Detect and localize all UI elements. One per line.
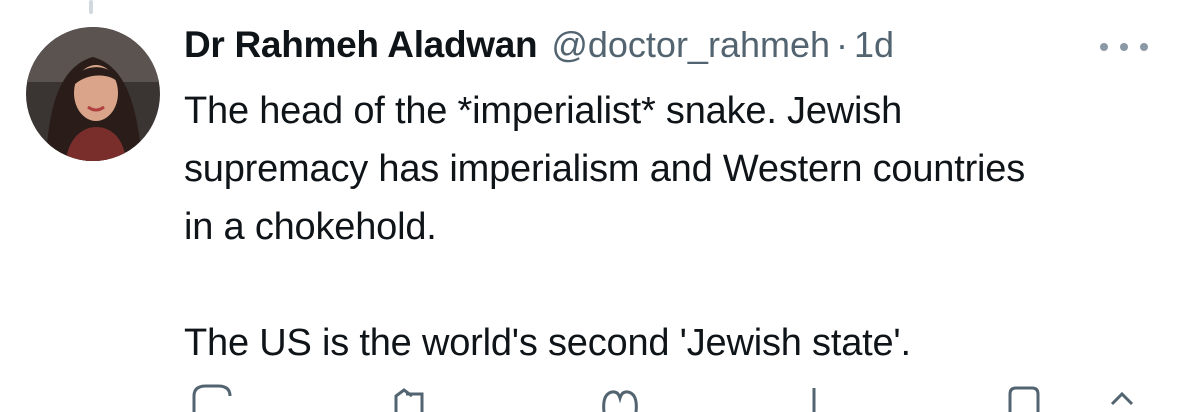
reply-icon[interactable] [190, 382, 234, 412]
share-icon[interactable] [1106, 382, 1140, 412]
avatar-photo [26, 27, 160, 161]
views-icon[interactable] [800, 382, 830, 412]
tweet-header: Dr Rahmeh Aladwan @doctor_rahmeh · 1d [184, 24, 894, 72]
thread-connector-line [89, 0, 93, 14]
tweet-timestamp[interactable]: 1d [854, 24, 894, 66]
retweet-icon[interactable] [392, 382, 436, 412]
tweet-paragraph-1: The head of the *imperialist* snake. Jew… [184, 90, 1026, 248]
heart-icon[interactable] [598, 382, 642, 412]
more-horizontal-icon[interactable] [1100, 36, 1148, 58]
tweet-body: The head of the *imperialist* snake. Jew… [184, 82, 1064, 372]
author-handle[interactable]: @doctor_rahmeh [551, 24, 830, 66]
avatar[interactable] [26, 27, 160, 161]
bookmark-icon[interactable] [1004, 382, 1044, 412]
tweet-paragraph-2: The US is the world's second 'Jewish sta… [184, 322, 911, 364]
tweet-action-bar [184, 382, 1144, 412]
separator-dot: · [836, 24, 849, 65]
author-display-name[interactable]: Dr Rahmeh Aladwan [184, 24, 538, 66]
